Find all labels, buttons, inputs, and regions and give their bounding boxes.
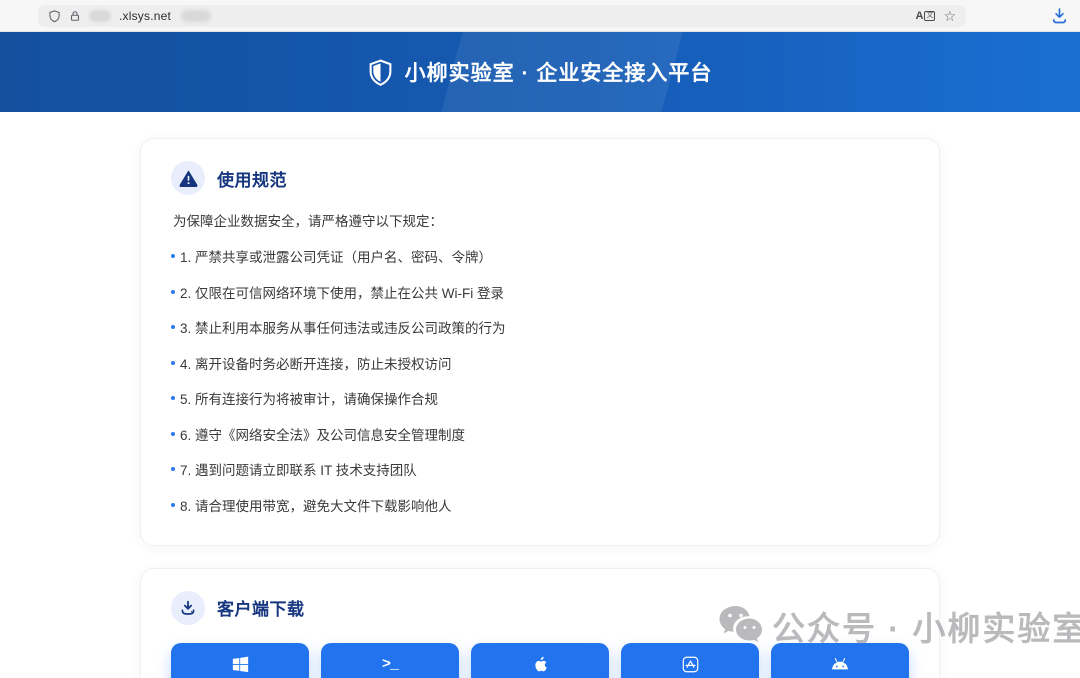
rule-item: 6. 遵守《网络安全法》及公司信息安全管理制度 (171, 424, 909, 444)
redacted-path (181, 10, 211, 22)
bullet-dot (171, 503, 175, 507)
terminal-prompt-icon: >_ (382, 655, 398, 673)
translate-icon[interactable]: A 文 (915, 11, 935, 21)
rule-text: 4. 离开设备时务必断开连接，防止未授权访问 (180, 353, 452, 373)
download-buttons-row: Windows >_ OpenConnect macOS (171, 643, 909, 678)
rule-item: 5. 所有连接行为将被审计，请确保操作合规 (171, 388, 909, 408)
download-ios-button[interactable]: iOS (621, 643, 759, 678)
rules-list: 1. 严禁共享或泄露公司凭证（用户名、密码、令牌） 2. 仅限在可信网络环境下使… (171, 246, 909, 515)
bullet-dot (171, 396, 175, 400)
usage-rules-card: 使用规范 为保障企业数据安全，请严格遵守以下规定： 1. 严禁共享或泄露公司凭证… (140, 138, 940, 546)
usage-rules-title: 使用规范 (217, 166, 287, 191)
bullet-dot (171, 290, 175, 294)
download-openconnect-button[interactable]: >_ OpenConnect (321, 643, 459, 678)
usage-rules-header: 使用规范 (171, 161, 909, 195)
rule-text: 5. 所有连接行为将被审计，请确保操作合规 (180, 388, 438, 408)
rule-item: 1. 严禁共享或泄露公司凭证（用户名、密码、令牌） (171, 246, 909, 266)
page-title: 小柳实验室 · 企业安全接入平台 (405, 57, 713, 87)
bullet-dot (171, 361, 175, 365)
download-tray-icon (171, 591, 205, 625)
rules-intro: 为保障企业数据安全，请严格遵守以下规定： (173, 210, 909, 230)
rule-text: 8. 请合理使用带宽，避免大文件下载影响他人 (180, 495, 452, 515)
browser-toolbar: .xlsys.net A 文 ☆ (0, 0, 1080, 32)
redacted-subdomain (89, 10, 111, 22)
download-android-button[interactable]: Android (771, 643, 909, 678)
downloads-button[interactable] (1051, 7, 1068, 29)
windows-logo-icon (232, 655, 249, 673)
apple-logo-icon (533, 655, 548, 673)
client-download-card: 客户端下载 Windows >_ OpenConnect (140, 568, 940, 678)
bullet-dot (171, 325, 175, 329)
rule-item: 3. 禁止利用本服务从事任何违法或违反公司政策的行为 (171, 317, 909, 337)
bullet-dot (171, 467, 175, 471)
rule-item: 8. 请合理使用带宽，避免大文件下载影响他人 (171, 495, 909, 515)
half-filled-shield-icon (368, 59, 393, 86)
padlock-icon[interactable] (69, 9, 81, 23)
rule-text: 3. 禁止利用本服务从事任何违法或违反公司政策的行为 (180, 317, 506, 337)
page-header: 小柳实验室 · 企业安全接入平台 (0, 32, 1080, 112)
address-bar[interactable]: .xlsys.net A 文 ☆ (38, 5, 966, 27)
rule-text: 1. 严禁共享或泄露公司凭证（用户名、密码、令牌） (180, 246, 492, 266)
rule-item: 4. 离开设备时务必断开连接，防止未授权访问 (171, 353, 909, 373)
download-card-header: 客户端下载 (171, 591, 909, 625)
bookmark-star-icon[interactable]: ☆ (943, 9, 956, 23)
download-windows-button[interactable]: Windows (171, 643, 309, 678)
rule-text: 7. 遇到问题请立即联系 IT 技术支持团队 (180, 459, 417, 479)
tracking-shield-icon[interactable] (48, 9, 61, 23)
bullet-dot (171, 432, 175, 436)
rule-text: 6. 遵守《网络安全法》及公司信息安全管理制度 (180, 424, 465, 444)
url-text[interactable]: .xlsys.net (119, 9, 171, 23)
app-store-icon (682, 655, 699, 673)
rule-text: 2. 仅限在可信网络环境下使用，禁止在公共 Wi-Fi 登录 (180, 282, 504, 302)
warning-triangle-icon (171, 161, 205, 195)
rule-item: 7. 遇到问题请立即联系 IT 技术支持团队 (171, 459, 909, 479)
download-macos-button[interactable]: macOS (471, 643, 609, 678)
main-content: 使用规范 为保障企业数据安全，请严格遵守以下规定： 1. 严禁共享或泄露公司凭证… (0, 112, 1080, 678)
download-card-title: 客户端下载 (217, 595, 305, 620)
android-robot-icon (830, 655, 850, 673)
rule-item: 2. 仅限在可信网络环境下使用，禁止在公共 Wi-Fi 登录 (171, 282, 909, 302)
bullet-dot (171, 254, 175, 258)
